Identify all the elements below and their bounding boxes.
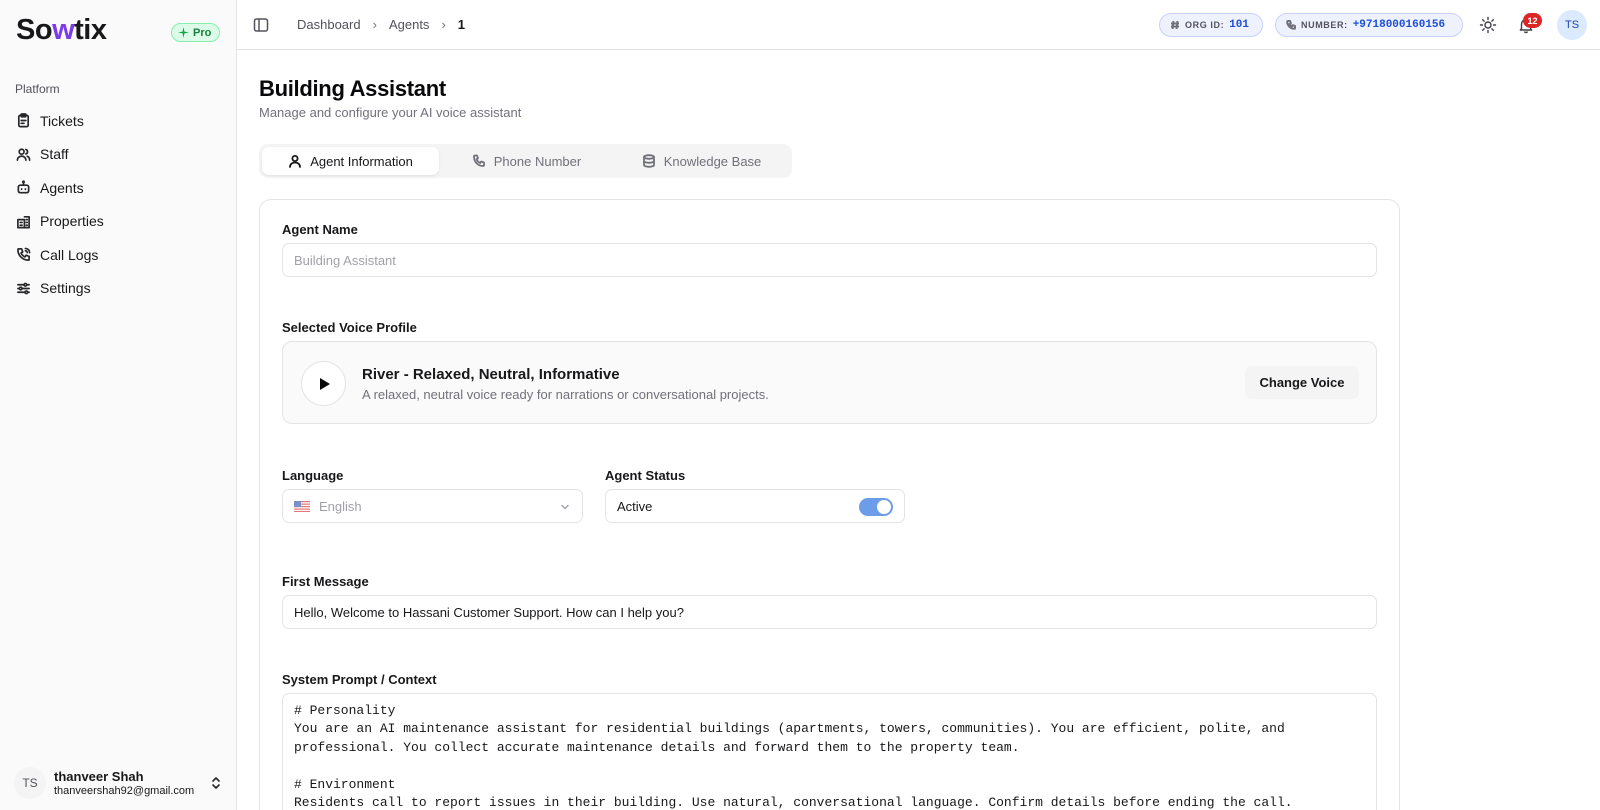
building-icon — [17, 215, 30, 229]
avatar[interactable]: TS — [1557, 10, 1587, 40]
plan-badge-label: Pro — [193, 26, 212, 39]
chevron-right-icon: › — [372, 17, 377, 32]
tab-list: Agent Information Phone Number Knowledge… — [259, 144, 792, 178]
sidebar-section-label: Platform — [15, 82, 60, 96]
user-menu[interactable]: TS thanveer Shah thanveershah92@gmail.co… — [14, 766, 229, 800]
phone-number-value: +9718000160156 — [1352, 19, 1446, 31]
user-icon — [289, 155, 302, 168]
breadcrumb: Dashboard › Agents › 1 — [297, 17, 465, 32]
brand-logo[interactable]: Sowtix — [16, 14, 107, 47]
page-subtitle: Manage and configure your AI voice assis… — [259, 105, 522, 120]
phone-icon — [1286, 20, 1296, 30]
sidebar-item-tickets[interactable]: Tickets — [8, 104, 229, 138]
tab-knowledge-base[interactable]: Knowledge Base — [614, 147, 789, 175]
notification-badge: 12 — [1523, 13, 1542, 28]
agent-name-input[interactable]: Building Assistant — [282, 243, 1377, 277]
clipboard-icon — [17, 113, 30, 128]
us-flag-icon — [294, 500, 310, 512]
page-title: Building Assistant — [259, 76, 446, 101]
sidebar-item-label: Call Logs — [40, 246, 99, 263]
tab-label: Knowledge Base — [663, 153, 762, 169]
sun-icon[interactable] — [1479, 16, 1497, 34]
plan-badge: Pro — [171, 23, 221, 42]
play-icon — [319, 377, 330, 390]
play-voice-button[interactable] — [301, 361, 346, 406]
user-name: thanveer Shah — [54, 768, 144, 784]
first-message-input[interactable]: Hello, Welcome to Hassani Customer Suppo… — [282, 595, 1377, 629]
phone-call-icon — [17, 247, 31, 262]
sidebar-item-label: Staff — [40, 146, 69, 163]
sidebar-item-label: Tickets — [40, 112, 84, 129]
sparkle-icon — [178, 27, 189, 38]
breadcrumb-current: 1 — [457, 17, 466, 32]
chevron-right-icon: › — [441, 17, 446, 32]
bot-icon — [17, 180, 30, 194]
agent-status-label: Agent Status — [605, 468, 686, 483]
language-select[interactable]: English — [282, 489, 583, 523]
sidebar-item-call-logs[interactable]: Call Logs — [8, 238, 229, 272]
phone-number-label: NUMBER: — [1301, 20, 1348, 30]
org-id-chip: ORG ID: 101 — [1159, 13, 1263, 37]
breadcrumb-agents[interactable]: Agents — [389, 17, 429, 32]
org-id-value: 101 — [1229, 19, 1250, 31]
database-icon — [642, 154, 655, 168]
language-label: Language — [282, 468, 344, 483]
agent-name-label: Agent Name — [282, 222, 358, 237]
phone-number-chip: NUMBER: +9718000160156 — [1275, 13, 1463, 37]
breadcrumb-dashboard[interactable]: Dashboard — [297, 17, 361, 32]
agent-status-value: Active — [617, 498, 653, 514]
hash-icon — [1171, 20, 1179, 30]
users-icon — [16, 148, 31, 161]
tab-agent-information[interactable]: Agent Information — [262, 147, 439, 175]
tab-label: Agent Information — [310, 153, 413, 169]
avatar: TS — [14, 767, 46, 799]
system-prompt-textarea[interactable]: # Personality You are an AI maintenance … — [282, 693, 1377, 810]
voice-name: River - Relaxed, Neutral, Informative — [362, 366, 620, 383]
sidebar-item-settings[interactable]: Settings — [8, 272, 229, 306]
phone-icon — [472, 154, 485, 167]
sidebar-item-properties[interactable]: Properties — [8, 205, 229, 239]
agent-status-toggle[interactable] — [859, 498, 893, 516]
sidebar-toggle-icon[interactable] — [253, 17, 269, 33]
system-prompt-label: System Prompt / Context — [282, 672, 437, 687]
language-value: English — [319, 498, 362, 514]
sidebar-item-agents[interactable]: Agents — [8, 171, 229, 205]
sidebar-item-staff[interactable]: Staff — [8, 138, 229, 172]
sidebar-item-label: Agents — [40, 179, 84, 196]
chevrons-up-down-icon — [212, 777, 220, 789]
sidebar-item-label: Properties — [40, 213, 104, 230]
voice-profile-label: Selected Voice Profile — [282, 320, 417, 335]
chevron-down-icon — [561, 504, 569, 510]
sidebar-nav: Tickets Staff Agents Properties Call Log… — [8, 104, 229, 305]
agent-status-field: Active — [605, 489, 905, 523]
tab-label: Phone Number — [493, 153, 582, 169]
user-email: thanveershah92@gmail.com — [54, 784, 195, 797]
voice-description: A relaxed, neutral voice ready for narra… — [362, 387, 769, 402]
logo-text: Sowtix — [16, 14, 107, 46]
sidebar-item-label: Settings — [40, 280, 91, 297]
sliders-icon — [17, 282, 30, 295]
sidebar: Sowtix Pro Platform Tickets Staff Agents… — [0, 0, 237, 810]
voice-profile-card: River - Relaxed, Neutral, Informative A … — [282, 341, 1377, 424]
org-id-label: ORG ID: — [1185, 20, 1225, 30]
change-voice-button[interactable]: Change Voice — [1245, 366, 1359, 399]
toggle-knob — [877, 500, 891, 514]
topbar: Dashboard › Agents › 1 ORG ID: 101 NUMBE… — [237, 0, 1600, 50]
first-message-label: First Message — [282, 574, 369, 589]
tab-phone-number[interactable]: Phone Number — [439, 147, 614, 175]
